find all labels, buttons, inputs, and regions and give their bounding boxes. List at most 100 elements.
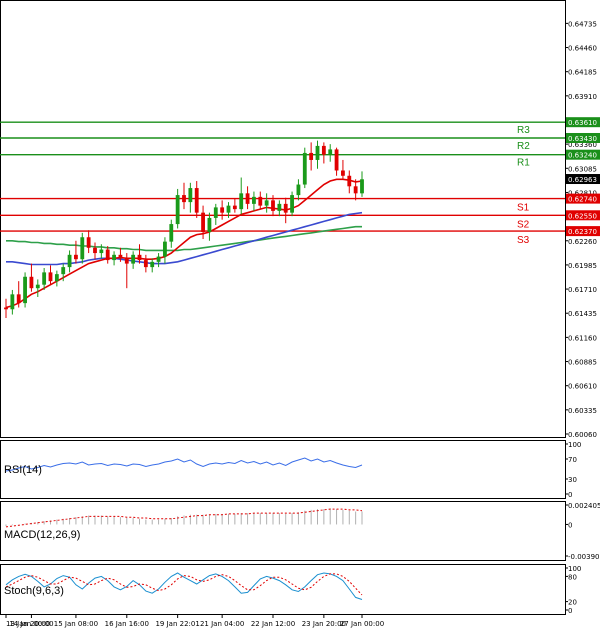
price-tick-label: 0.61985 xyxy=(568,262,597,270)
candle-body xyxy=(341,170,345,176)
level-price-r2: 0.63430 xyxy=(568,135,597,143)
candle-body xyxy=(188,188,193,203)
level-price-r1: 0.63240 xyxy=(568,152,597,160)
rsi-panel: 100 70 30 0 xyxy=(5,441,581,499)
candle-body xyxy=(296,184,301,196)
current-price-tag: 0.62963 xyxy=(566,174,600,185)
level-label-s3: S3 xyxy=(517,235,530,246)
level-price-s2: 0.62550 xyxy=(568,212,597,220)
price-tick-label: 0.60335 xyxy=(568,407,597,415)
candle-body xyxy=(175,195,180,225)
macd-tick-label: 0.002405 xyxy=(568,502,600,510)
candle-body xyxy=(124,258,129,264)
panel-frame-main xyxy=(0,0,566,438)
candle-body xyxy=(207,217,212,232)
candle-body xyxy=(169,224,174,242)
candle-body xyxy=(35,284,40,289)
candle-body xyxy=(321,145,326,155)
candle-body xyxy=(67,254,72,268)
candle-body xyxy=(309,152,314,160)
rsi-label: RSI(14) xyxy=(4,464,42,476)
price-tick-label: 0.64185 xyxy=(568,69,597,77)
candle-body xyxy=(182,195,186,203)
level-label-r1: R1 xyxy=(517,158,530,169)
rsi-tick-label: 0 xyxy=(568,491,572,499)
current-price-label: 0.62963 xyxy=(568,176,597,184)
level-price-r3: 0.63610 xyxy=(568,119,597,127)
macd-panel: 0.002405 0 -0.003902 xyxy=(5,502,600,561)
candle-body xyxy=(194,188,199,213)
candle-body xyxy=(10,294,15,310)
stoch-tick-label: 80 xyxy=(568,573,577,581)
macd-tick-label: 0 xyxy=(568,521,572,529)
pivot-levels: R3 0.63610 R2 0.63430 R1 0.63240 S1 0.62740 S2 0.… xyxy=(0,117,600,246)
price-tick-label: 0.64460 xyxy=(568,45,597,53)
time-tick-label: 15 Jan 08:00 xyxy=(54,620,98,628)
candle-body xyxy=(54,274,59,282)
level-price-s1: 0.62740 xyxy=(568,196,597,204)
time-tick-label: 21 Jan 04:00 xyxy=(200,620,244,628)
price-tick-label: 0.63910 xyxy=(568,93,597,101)
candle-body xyxy=(360,179,364,194)
candle-body xyxy=(137,254,142,261)
price-tick-label: 0.61435 xyxy=(568,310,597,318)
candle-body xyxy=(143,260,148,268)
stoch-label: Stoch(9,6,3) xyxy=(4,585,64,597)
rsi-tick-label: 70 xyxy=(568,456,577,464)
candle-body xyxy=(315,145,320,160)
rsi-line xyxy=(5,457,363,472)
candle-body xyxy=(232,205,237,210)
candle-body xyxy=(302,152,307,185)
level-label-s1: S1 xyxy=(517,203,530,214)
panel-frame-rsi xyxy=(0,440,566,499)
price-tick-label: 0.64735 xyxy=(568,20,597,28)
stoch-tick-label: 20 xyxy=(568,599,577,607)
candle-body xyxy=(353,186,358,194)
level-price-s3: 0.62370 xyxy=(568,228,597,236)
candle-body xyxy=(16,294,21,304)
candle-body xyxy=(93,247,97,254)
candle-body xyxy=(150,261,155,268)
stoch-tick-label: 100 xyxy=(568,565,581,573)
time-tick-label: 19 Jan 22:01 xyxy=(155,620,199,628)
candle-body xyxy=(42,272,47,285)
time-tick-label: 27 Jan 00:00 xyxy=(340,620,384,628)
candle-body xyxy=(213,207,218,218)
time-axis: 13 Jan 20:0014 Jan 00:00 15 Jan 08:00 16 J… xyxy=(5,614,384,628)
stoch-tick-label: 0 xyxy=(568,607,572,615)
candle-body xyxy=(156,256,161,262)
candle-body xyxy=(271,200,275,211)
moving-average-mid-line xyxy=(6,211,363,266)
candle-body xyxy=(258,196,263,206)
macd-label: MACD(12,26,9) xyxy=(4,529,80,541)
candle-body xyxy=(99,249,104,254)
rsi-tick-label: 100 xyxy=(568,441,581,449)
candle-body xyxy=(4,307,8,310)
candle-body xyxy=(347,175,352,187)
price-tick-label: 0.61160 xyxy=(568,334,597,342)
rsi-tick-label: 30 xyxy=(568,476,577,484)
panel-frame-macd xyxy=(0,501,566,561)
panel-frames xyxy=(0,0,566,615)
time-tick-label: 22 Jan 12:00 xyxy=(251,620,295,628)
price-tick-label: 0.62260 xyxy=(568,238,597,246)
candle-body xyxy=(131,254,136,264)
candle-body xyxy=(23,276,27,304)
chart-stage: 0.647350.644600.641850.639100.636350.633… xyxy=(0,0,600,628)
candle-body xyxy=(328,149,333,155)
price-tick-label: 0.61710 xyxy=(568,286,597,294)
macd-tick-label: -0.003902 xyxy=(568,553,600,561)
price-tick-label: 0.60060 xyxy=(568,431,597,439)
level-label-r3: R3 xyxy=(517,125,530,136)
candle-body xyxy=(277,203,282,211)
time-tick-label: 14 Jan 00:00 xyxy=(9,620,53,628)
candle-body xyxy=(112,254,116,261)
candle-body xyxy=(290,195,294,213)
candle-body xyxy=(264,200,269,206)
price-tick-label: 0.60885 xyxy=(568,359,597,367)
candle-body xyxy=(201,212,205,232)
candle-body xyxy=(220,207,225,213)
candle-body xyxy=(252,196,256,204)
candle-body xyxy=(48,272,53,282)
candle-body xyxy=(226,205,231,213)
